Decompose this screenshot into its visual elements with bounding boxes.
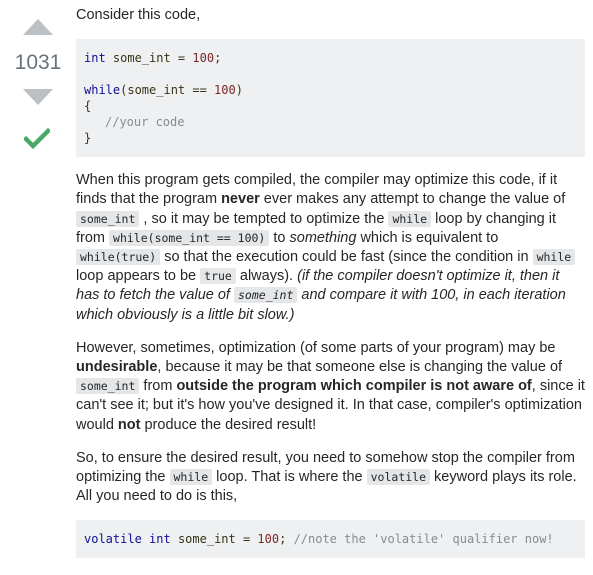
inline-code: while (169, 469, 213, 486)
code-block-volatile: volatile int some_int = 100; //note the … (76, 520, 585, 559)
text: loop appears to be (76, 268, 201, 285)
intro-text: Consider this code, (76, 7, 201, 23)
text: loop. That is where the (212, 469, 367, 486)
inline-code: while(some_int == 100) (109, 229, 270, 246)
bold-text: outside the program which compiler is no… (176, 378, 532, 395)
bold-text: never (221, 191, 260, 208)
arrow-up-icon[interactable] (23, 19, 53, 35)
inline-code: while (388, 210, 432, 227)
code-line: int some_int = 100; (84, 50, 577, 66)
code-line: } (84, 131, 92, 146)
text: from (139, 378, 177, 395)
code-comment: //your code (105, 115, 185, 130)
paragraph-undesirable: However, sometimes, optimization (of som… (76, 339, 585, 435)
inline-code: some_int (76, 378, 140, 395)
text: , so it may be tempted to optimize the (139, 210, 389, 227)
inline-code: while (532, 249, 576, 266)
code-number: 100 (192, 51, 215, 66)
inline-code: volatile (366, 469, 431, 486)
code-number: 100 (257, 532, 280, 547)
code-keyword: volatile (84, 532, 142, 547)
inline-code: some_int (76, 210, 140, 227)
code-comment: //note the 'volatile' qualifier now! (293, 532, 554, 547)
code-text: some_int = (105, 51, 193, 66)
text: to (269, 229, 290, 246)
checkmark-icon (24, 127, 50, 150)
text: produce the desired result! (140, 416, 317, 433)
text: , because it may be that someone else is… (157, 359, 563, 376)
code-keyword: int (149, 532, 171, 547)
code-keyword: int (84, 51, 106, 66)
bold-text: undesirable (76, 359, 158, 376)
answer-post: 1031 Consider this code, int some_int = … (0, 0, 593, 575)
code-number: 100 (214, 83, 236, 98)
code-block-loop: int some_int = 100; while(some_int == 100… (76, 39, 585, 158)
code-text: ; (214, 51, 222, 66)
post-body: Consider this code, int some_int = 100; w… (76, 6, 585, 572)
code-line: volatile int some_int = 100; //note the … (84, 531, 577, 547)
inline-code: while(true) (76, 249, 161, 266)
paragraph-volatile: So, to ensure the desired result, you ne… (76, 449, 585, 507)
code-line: //your code (84, 114, 577, 130)
vote-count: 1031 (14, 51, 62, 74)
code-text: ; (279, 532, 294, 547)
code-text: (some_int == (120, 83, 215, 98)
inline-code: some_int (234, 287, 298, 304)
inline-code: true (200, 268, 236, 285)
text: so that the execution could be fast (sin… (160, 249, 533, 266)
code-line: { (84, 99, 92, 114)
code-line: while(some_int == 100) (84, 82, 577, 98)
text: ever makes any attempt to change the val… (259, 191, 566, 208)
paragraph-optimization: When this program gets compiled, the com… (76, 171, 585, 325)
text: which is equivalent to (356, 229, 499, 246)
code-text: ) (235, 83, 243, 98)
text: always). (235, 268, 298, 285)
code-text: some_int = (170, 532, 258, 547)
italic-text: something (289, 229, 357, 246)
bold-text: not (117, 416, 141, 433)
code-keyword: while (84, 83, 121, 98)
arrow-down-icon[interactable] (23, 89, 53, 105)
text: However, sometimes, optimization (of som… (76, 339, 556, 356)
